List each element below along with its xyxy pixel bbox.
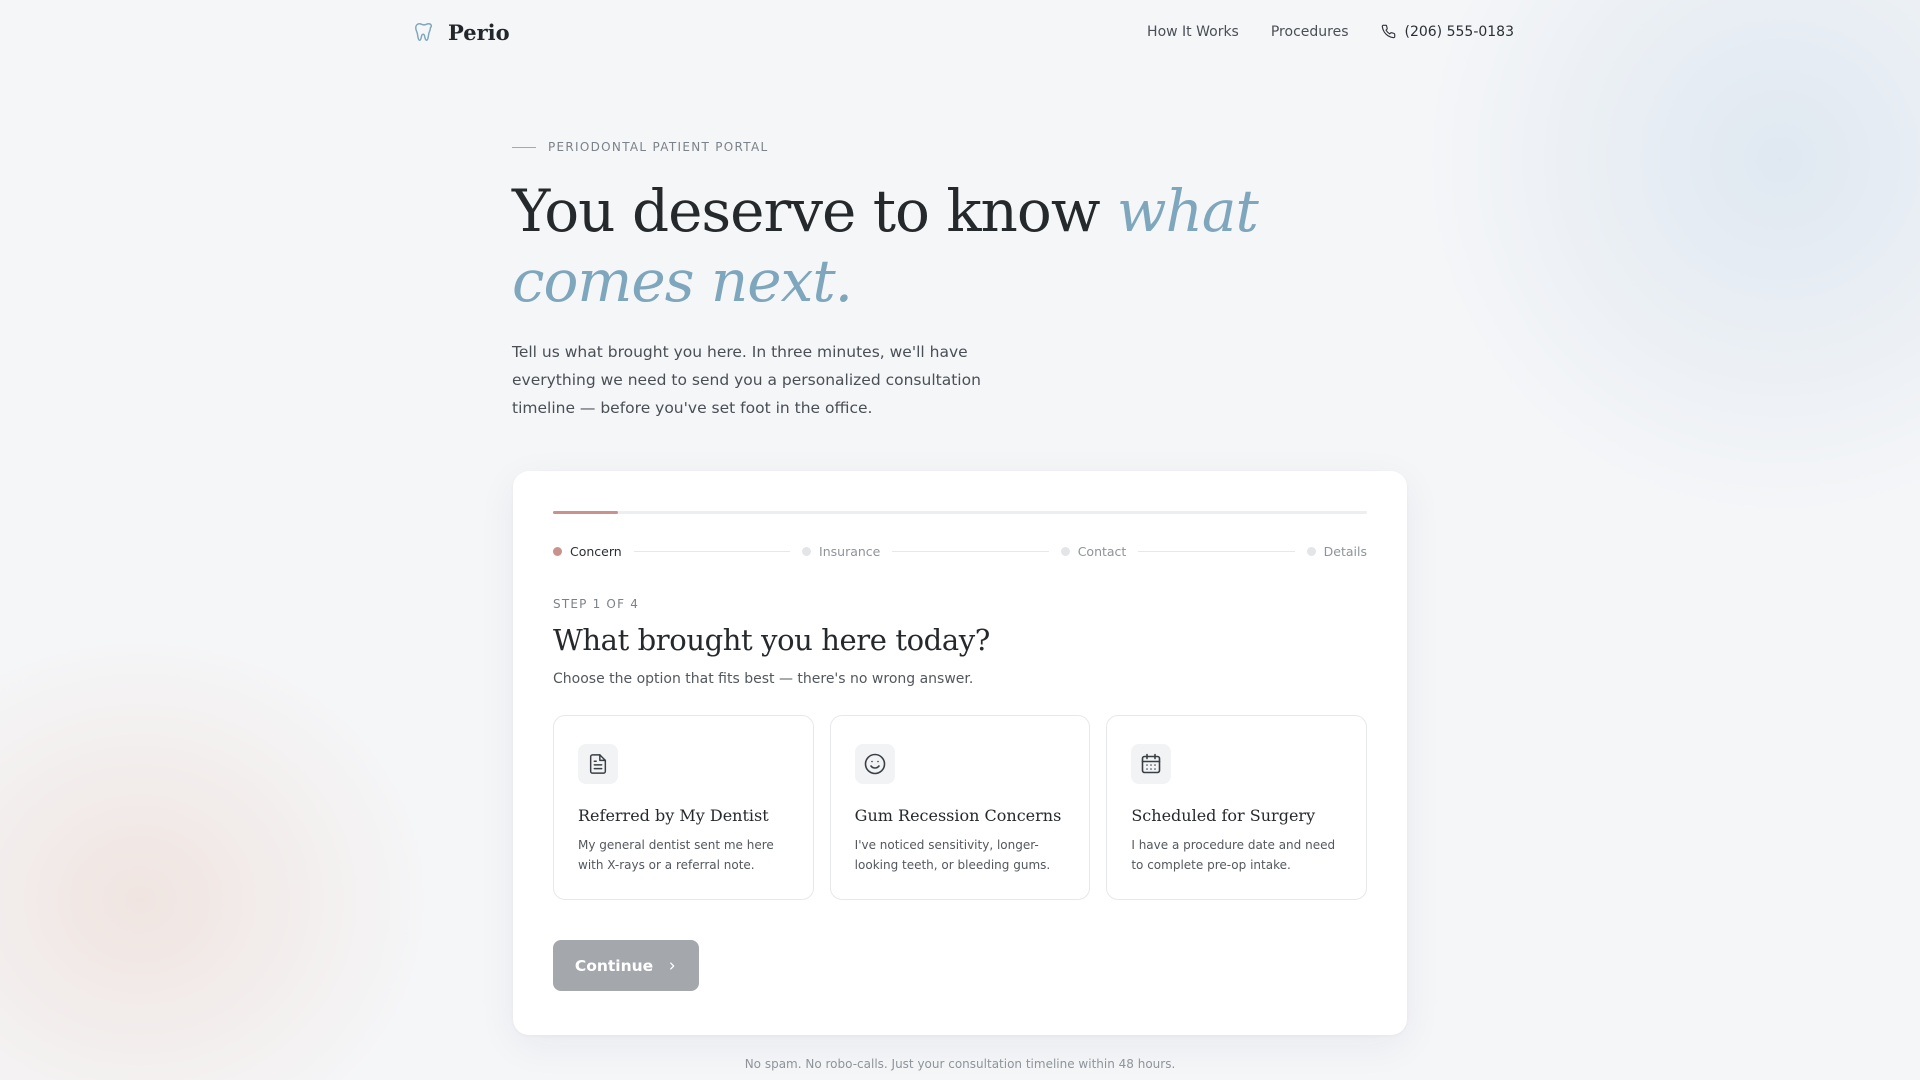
option-gum-recession[interactable]: Gum Recession Concerns I've noticed sens…	[829, 715, 1091, 900]
continue-button[interactable]: Continue	[553, 940, 699, 991]
step-insurance: Insurance	[802, 544, 880, 559]
option-description: I have a procedure date and need to comp…	[1131, 838, 1336, 872]
top-nav: Perio How It Works Procedures (206) 555-…	[412, 0, 1514, 64]
step-connector	[892, 551, 1049, 552]
eyebrow-text: PERIODONTAL PATIENT PORTAL	[548, 140, 769, 154]
progress-bar	[553, 511, 1367, 514]
tooth-icon	[412, 20, 436, 44]
step-concern: Concern	[553, 544, 622, 559]
step-connector	[633, 551, 791, 552]
calendar-icon	[1131, 744, 1172, 784]
step-connector	[1138, 551, 1295, 552]
step-label: Contact	[1077, 544, 1127, 559]
step-indicator-dot	[553, 547, 562, 556]
step-count: STEP 1 OF 4	[553, 597, 640, 611]
question-hint: Choose the option that fits best — there…	[553, 671, 974, 687]
option-list: Referred by My Dentist My general dentis…	[553, 715, 1368, 900]
phone-icon	[1381, 24, 1397, 40]
brand[interactable]: Perio	[412, 20, 510, 45]
step-details: Details	[1306, 544, 1367, 559]
document-icon	[578, 744, 618, 784]
option-description: I've noticed sensitivity, longer-looking…	[854, 838, 1051, 872]
chevron-right-icon	[667, 961, 677, 971]
continue-label: Continue	[574, 956, 654, 975]
phone-number: (206) 555-0183	[1404, 24, 1515, 40]
brand-name: Perio	[448, 19, 510, 45]
privacy-note: No spam. No robo-calls. Just your consul…	[744, 1057, 1176, 1071]
stepper: Concern Insurance Contact Details	[553, 544, 1367, 559]
intake-form-card: Concern Insurance Contact Details STEP 1…	[513, 471, 1407, 1035]
step-indicator-dot	[1060, 547, 1070, 556]
step-label: Concern	[570, 544, 622, 559]
nav-links: How It Works Procedures (206) 555-0183	[1147, 24, 1514, 40]
step-indicator-dot	[802, 547, 812, 556]
progress-fill	[553, 511, 619, 514]
step-label: Insurance	[819, 544, 881, 559]
phone-link[interactable]: (206) 555-0183	[1381, 24, 1515, 40]
step-contact: Contact	[1060, 544, 1127, 559]
option-title: Gum Recession Concerns	[854, 806, 1062, 825]
step-label: Details	[1323, 544, 1367, 559]
nav-link-how-it-works[interactable]: How It Works	[1147, 24, 1239, 40]
option-description: My general dentist sent me here with X-r…	[578, 838, 774, 872]
eyebrow: PERIODONTAL PATIENT PORTAL	[512, 140, 1412, 154]
option-scheduled-surgery[interactable]: Scheduled for Surgery I have a procedure…	[1106, 715, 1368, 900]
question-title: What brought you here today?	[553, 623, 990, 657]
headline-plain: You deserve to know	[512, 177, 1117, 245]
hero: PERIODONTAL PATIENT PORTAL You deserve t…	[512, 140, 1412, 422]
eyebrow-rule	[512, 146, 536, 148]
option-title: Scheduled for Surgery	[1131, 806, 1316, 825]
smile-icon	[854, 744, 895, 784]
option-title: Referred by My Dentist	[578, 806, 769, 825]
nav-link-procedures[interactable]: Procedures	[1271, 24, 1349, 40]
option-referred-by-dentist[interactable]: Referred by My Dentist My general dentis…	[553, 715, 814, 900]
page-title: You deserve to know what comes next.	[512, 176, 1392, 316]
step-indicator-dot	[1306, 547, 1316, 556]
hero-description: Tell us what brought you here. In three …	[512, 343, 981, 417]
